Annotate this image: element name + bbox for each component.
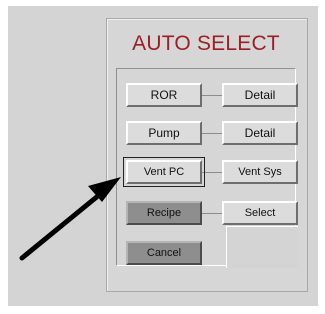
pointer-arrow-icon [19, 177, 121, 261]
